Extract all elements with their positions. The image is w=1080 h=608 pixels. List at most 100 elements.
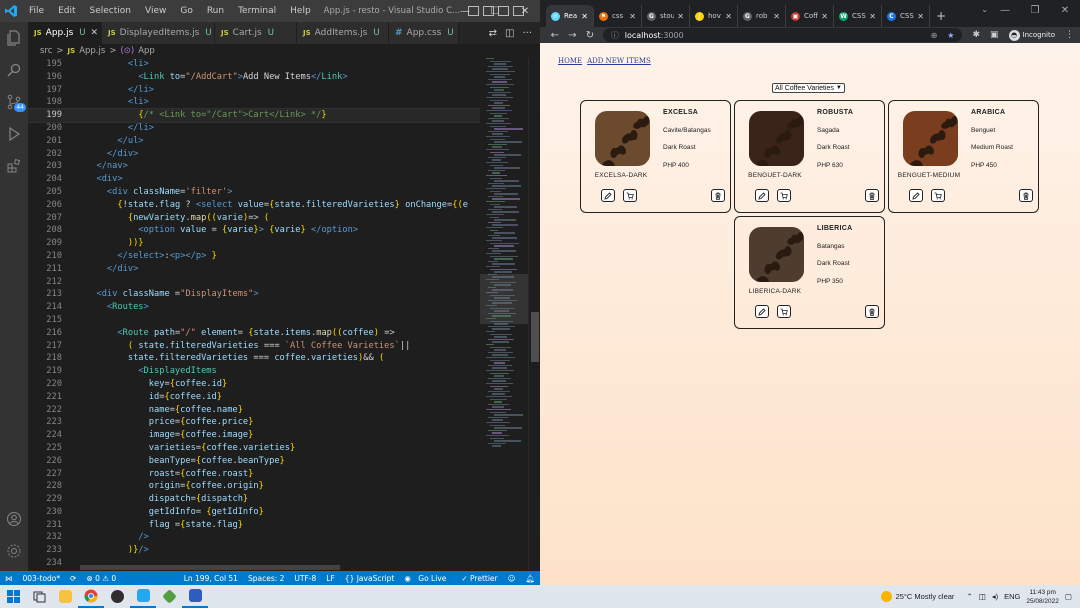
code-line[interactable]: 213 <div className ="DisplayItems"> xyxy=(28,288,480,301)
minimap-slider[interactable] xyxy=(480,274,528,324)
site-info-icon[interactable]: ⓘ xyxy=(611,30,619,41)
vscode-taskbar-icon[interactable] xyxy=(130,585,156,608)
file-explorer-icon[interactable] xyxy=(52,585,78,608)
browser-tab[interactable]: ⚛ Rea ✕ xyxy=(546,5,594,27)
menu-item-run[interactable]: Run xyxy=(200,6,231,16)
browser-tab[interactable]: Grob ✕ xyxy=(738,5,786,27)
account-icon[interactable] xyxy=(0,503,28,535)
input-language[interactable]: ENG xyxy=(1004,592,1020,601)
tab-search-chevron-icon[interactable]: ⌄ xyxy=(981,5,988,14)
code-line[interactable]: 216 <Route path="/" element= {state.item… xyxy=(28,327,480,340)
close-icon[interactable]: ✕ xyxy=(510,0,540,22)
close-tab-icon[interactable]: ✕ xyxy=(91,28,99,38)
edit-button[interactable] xyxy=(755,189,769,202)
add-to-cart-button[interactable] xyxy=(777,305,791,318)
obs-icon[interactable] xyxy=(104,585,130,608)
browser-tab[interactable]: ⚑ css ✕ xyxy=(594,5,642,27)
browser-tab[interactable]: Gstou ✕ xyxy=(642,5,690,27)
menu-item-edit[interactable]: Edit xyxy=(51,6,82,16)
code-line[interactable]: 224 image={coffee.image} xyxy=(28,429,480,442)
restore-icon[interactable]: ❐ xyxy=(1020,0,1050,20)
git-branch[interactable]: 003-todo* xyxy=(18,574,66,583)
code-line[interactable]: 232 /> xyxy=(28,531,480,544)
code-line[interactable]: 198 <li> xyxy=(28,96,480,109)
code-line[interactable]: 218 state.filteredVarieties === coffee.v… xyxy=(28,352,480,365)
code-line[interactable]: 227 roast={coffee.roast} xyxy=(28,468,480,481)
add-to-cart-button[interactable] xyxy=(623,189,637,202)
edit-button[interactable] xyxy=(909,189,923,202)
close-tab-icon[interactable]: ✕ xyxy=(677,12,684,21)
code-line[interactable]: 202 </div> xyxy=(28,148,480,161)
source-control-icon[interactable]: 44 xyxy=(0,86,28,118)
code-line[interactable]: 231 flag ={state.flag} xyxy=(28,519,480,532)
powershell-icon[interactable] xyxy=(182,585,208,608)
code-line[interactable]: 228 origin={coffee.origin} xyxy=(28,480,480,493)
more-actions-icon[interactable]: ··· xyxy=(522,28,532,39)
notification-center-icon[interactable]: ▢ xyxy=(1065,592,1072,601)
side-panel-icon[interactable]: ▣ xyxy=(990,30,999,40)
code-line[interactable]: 211 </div> xyxy=(28,263,480,276)
settings-gear-icon[interactable] xyxy=(0,535,28,567)
menu-item-file[interactable]: File xyxy=(22,6,51,16)
feedback-icon[interactable]: ☺ xyxy=(503,574,521,583)
breadcrumb-folder[interactable]: src xyxy=(40,46,52,56)
code-line[interactable]: 217 ( state.filteredVarieties === `All C… xyxy=(28,340,480,353)
menu-item-view[interactable]: View xyxy=(138,6,173,16)
clock[interactable]: 11:43 pm 25/08/2022 xyxy=(1026,588,1059,606)
code-line[interactable]: 230 getIdInfo= {getIdInfo} xyxy=(28,506,480,519)
browser-tab[interactable]: ▣ Coff ✕ xyxy=(786,5,834,27)
variety-filter-select[interactable]: All Coffee Varieties ▼ xyxy=(772,83,845,93)
code-line[interactable]: 225 varieties={coffee.varieties} xyxy=(28,442,480,455)
code-line[interactable]: 215 xyxy=(28,314,480,327)
bookmark-star-icon[interactable]: ★ xyxy=(947,31,954,40)
code-line[interactable]: 229 dispatch={dispatch} xyxy=(28,493,480,506)
task-view-icon[interactable] xyxy=(26,585,52,608)
extensions-puzzle-icon[interactable]: ✱ xyxy=(972,30,980,40)
breadcrumb-symbol[interactable]: App xyxy=(138,46,155,56)
delete-button[interactable] xyxy=(1019,189,1033,202)
run-debug-icon[interactable] xyxy=(0,118,28,150)
cursor-position[interactable]: Ln 199, Col 51 xyxy=(179,574,243,583)
search-icon[interactable] xyxy=(0,54,28,86)
menu-item-go[interactable]: Go xyxy=(173,6,199,16)
edit-button[interactable] xyxy=(755,305,769,318)
reload-icon[interactable]: ↻ xyxy=(581,30,599,41)
home-link[interactable]: HOME xyxy=(558,57,582,65)
code-editor[interactable]: 195 <li> 196 <Link to="/AddCart">Add New … xyxy=(28,58,480,570)
close-tab-icon[interactable]: ✕ xyxy=(629,12,636,21)
editor-tab[interactable]: JS DisplayedItems.js U xyxy=(102,22,215,44)
editor-tab[interactable]: JS Cart.js U xyxy=(215,22,297,44)
code-line[interactable]: 209 ))} xyxy=(28,237,480,250)
close-icon[interactable]: ✕ xyxy=(1050,0,1080,20)
minimap[interactable] xyxy=(480,58,528,570)
browser-tab[interactable]: W CSS ✕ xyxy=(834,5,882,27)
add-new-items-link[interactable]: ADD NEW ITEMS xyxy=(587,57,651,65)
network-icon[interactable]: ◫ xyxy=(979,592,986,601)
browser-tab[interactable]: ∫ hov ✕ xyxy=(690,5,738,27)
address-bar[interactable]: ⓘ localhost:3000 ⊕ ★ xyxy=(602,28,963,42)
code-line[interactable]: 206 {!state.flag ? <select value={state.… xyxy=(28,199,480,212)
menu-item-selection[interactable]: Selection xyxy=(83,6,138,16)
add-to-cart-button[interactable] xyxy=(931,189,945,202)
code-line[interactable]: 214 <Routes> xyxy=(28,301,480,314)
chrome-menu-icon[interactable]: ⋮ xyxy=(1065,30,1074,40)
edit-button[interactable] xyxy=(601,189,615,202)
menu-item-terminal[interactable]: Terminal xyxy=(231,6,283,16)
indentation[interactable]: Spaces: 2 xyxy=(243,574,289,583)
prettier-status[interactable]: ✓ Prettier xyxy=(456,574,502,583)
code-line[interactable]: 197 </li> xyxy=(28,84,480,97)
code-line[interactable]: 205 <div className='filter'> xyxy=(28,186,480,199)
browser-tab[interactable]: C CSS ✕ xyxy=(882,5,930,27)
editor-horizontal-scrollbar[interactable] xyxy=(80,565,340,570)
code-line[interactable]: 210 </select>:<p></p> } xyxy=(28,250,480,263)
weather-widget[interactable]: 25°C Mostly clear xyxy=(880,591,954,602)
close-tab-icon[interactable]: ✕ xyxy=(821,12,828,21)
problems-count[interactable]: ⊗ 0 ⚠ 0 xyxy=(81,574,121,583)
breadcrumb-file[interactable]: App.js xyxy=(79,46,105,56)
zoom-icon[interactable]: ⊕ xyxy=(931,31,938,40)
code-line[interactable]: 200 </li> xyxy=(28,122,480,135)
code-line[interactable]: 212 xyxy=(28,276,480,289)
close-tab-icon[interactable]: ✕ xyxy=(725,12,732,21)
delete-button[interactable] xyxy=(711,189,725,202)
editor-tab[interactable]: # App.css U xyxy=(389,22,459,44)
